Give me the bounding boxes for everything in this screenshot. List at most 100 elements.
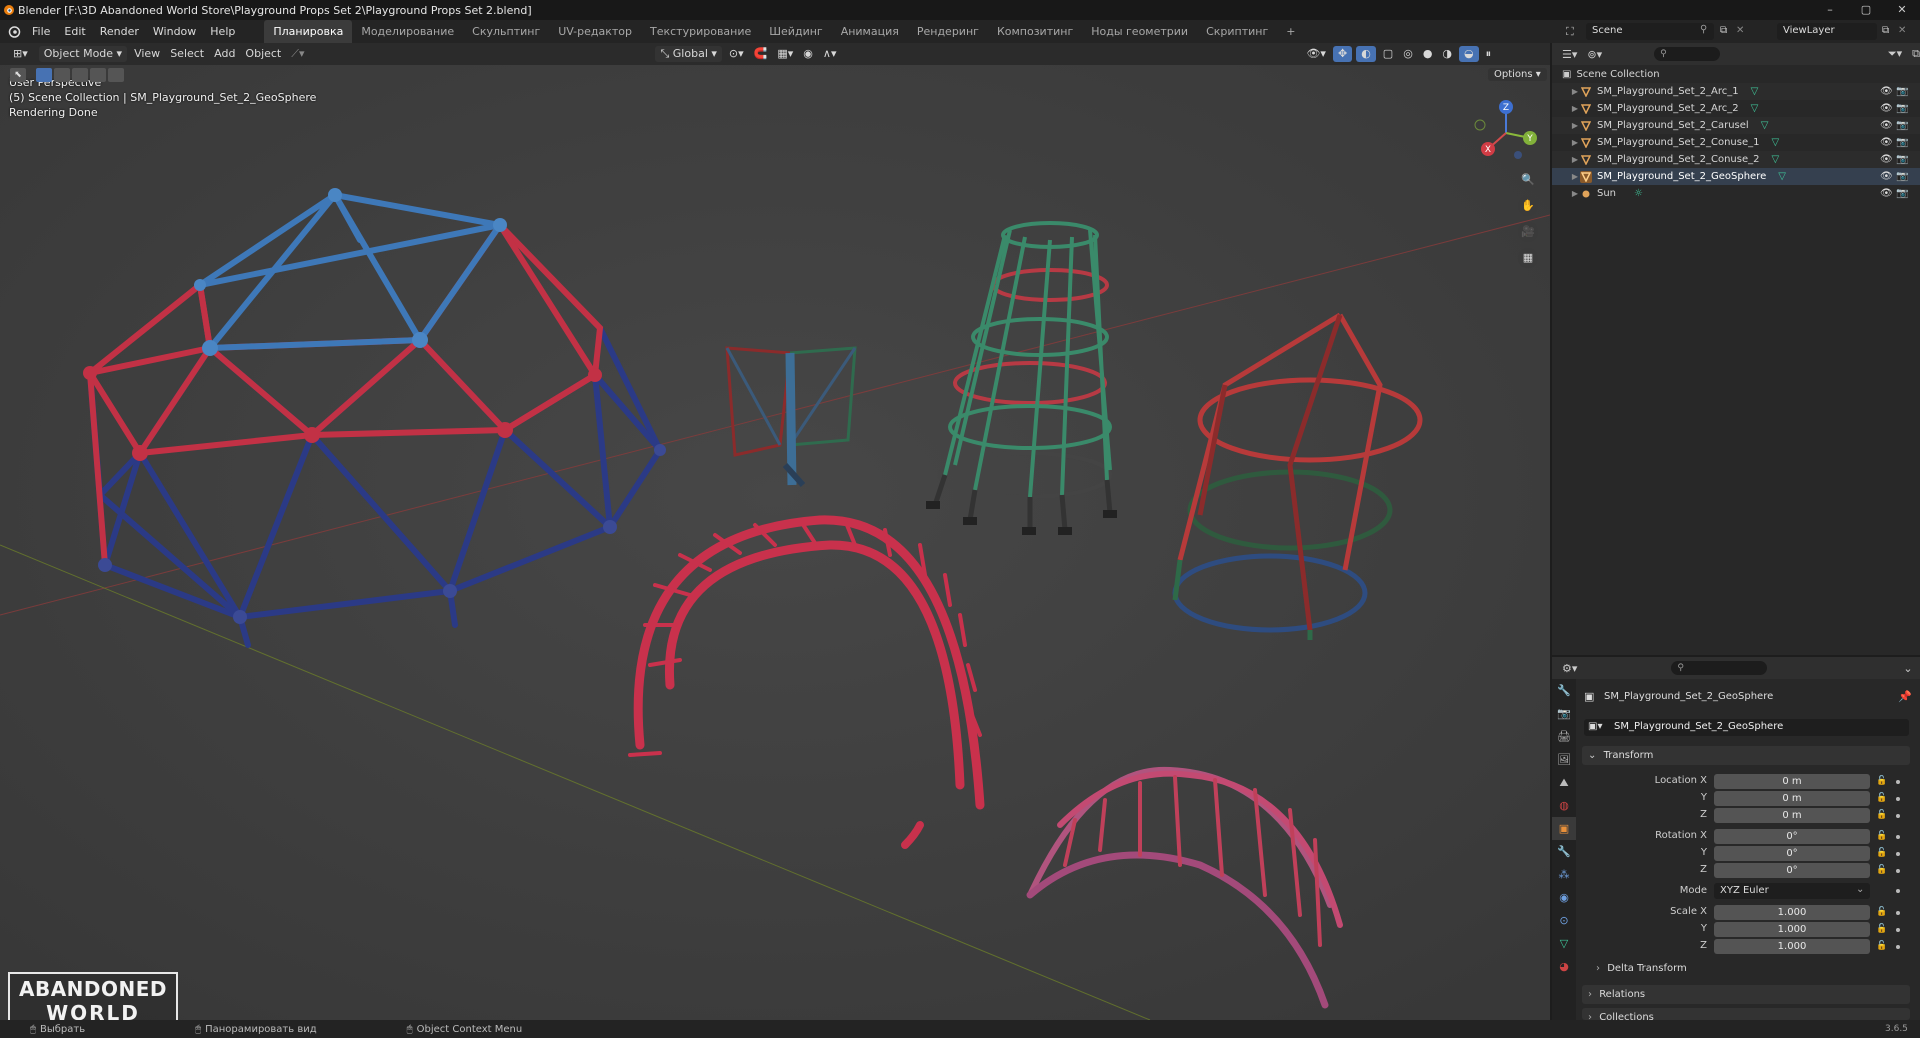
keyframe-dot-icon[interactable] — [1896, 814, 1900, 818]
outliner-row-geosphere[interactable]: ▶ SM_Playground_Set_2_GeoSphere ▽ 👁 📷 — [1552, 168, 1920, 185]
visibility-eye-icon[interactable]: 👁 — [1880, 188, 1893, 199]
delete-viewlayer-icon[interactable]: ✕ — [1898, 25, 1906, 36]
data-tab-icon[interactable]: ▽ — [1552, 932, 1576, 955]
mesh-data-icon[interactable]: ▽ — [1772, 137, 1780, 148]
menu-edit[interactable]: Edit — [57, 20, 92, 43]
outliner-row-carusel[interactable]: ▶ SM_Playground_Set_2_Carusel ▽ 👁 📷 — [1552, 117, 1920, 134]
tab-rendering[interactable]: Рендеринг — [908, 20, 988, 43]
ortho-grid-icon[interactable]: ▦ — [1518, 248, 1538, 268]
relations-panel-header[interactable]: › Relations — [1582, 985, 1910, 1004]
overlay-toggle-icon[interactable]: ◐ — [1356, 46, 1376, 62]
new-collection-icon[interactable]: ⧉ — [1912, 47, 1920, 61]
keyframe-dot-icon[interactable] — [1896, 835, 1900, 839]
mesh-data-icon[interactable]: ▽ — [1772, 154, 1780, 165]
material-shading-icon[interactable]: ◑ — [1437, 46, 1457, 62]
expand-arrow-icon[interactable]: ▶ — [1570, 121, 1580, 130]
render-camera-icon[interactable]: 📷 — [1896, 188, 1908, 199]
render-camera-icon[interactable]: 📷 — [1896, 171, 1908, 182]
lock-icon[interactable]: 🔓 — [1876, 793, 1887, 803]
3d-viewport[interactable]: User Perspective (5) Scene Collection | … — [0, 65, 1550, 1020]
menu-view[interactable]: View — [129, 46, 165, 62]
link-icon[interactable]: ⟋▾ — [286, 46, 309, 62]
snap-target-icon[interactable]: ▦▾ — [772, 46, 798, 62]
render-tab-icon[interactable]: 📷 — [1552, 702, 1576, 725]
modifiers-tab-icon[interactable]: 🔧 — [1552, 840, 1576, 863]
outliner-row-conuse-1[interactable]: ▶ SM_Playground_Set_2_Conuse_1 ▽ 👁 📷 — [1552, 134, 1920, 151]
transform-orientation-dropdown[interactable]: ⤡ Global ▾ — [655, 46, 722, 62]
viewlayer-selector[interactable]: ViewLayer — [1777, 23, 1877, 40]
lock-icon[interactable]: 🔓 — [1876, 776, 1887, 786]
select-extend-icon[interactable] — [54, 68, 70, 82]
scale-y-field[interactable]: 1.000 — [1714, 922, 1870, 937]
render-camera-icon[interactable]: 📷 — [1896, 154, 1908, 165]
properties-editor-type-icon[interactable]: ⚙▾ — [1562, 662, 1577, 675]
constraints-tab-icon[interactable]: ⊙ — [1552, 909, 1576, 932]
render-camera-icon[interactable]: 📷 — [1896, 103, 1908, 114]
scale-z-field[interactable]: 1.000 — [1714, 939, 1870, 954]
lock-icon[interactable]: 🔓 — [1876, 831, 1887, 841]
render-camera-icon[interactable]: 📷 — [1896, 137, 1908, 148]
scale-x-field[interactable]: 1.000 — [1714, 905, 1870, 920]
navigation-gizmo[interactable]: Z Y X — [1468, 95, 1538, 165]
world-tab-icon[interactable]: ◍ — [1552, 794, 1576, 817]
menu-help[interactable]: Help — [203, 20, 242, 43]
scene-pin-icon[interactable]: ⚲ — [1700, 24, 1707, 35]
mesh-data-icon[interactable]: ▽ — [1761, 120, 1769, 131]
location-x-field[interactable]: 0 m — [1714, 774, 1870, 789]
lock-icon[interactable]: 🔓 — [1876, 924, 1887, 934]
rendered-shading-icon[interactable]: ◒ — [1459, 46, 1479, 62]
object-tab-icon[interactable]: ▣ — [1552, 817, 1576, 840]
menu-add[interactable]: Add — [209, 46, 240, 62]
menu-object[interactable]: Object — [240, 46, 286, 62]
outliner-editor-type-icon[interactable]: ☰▾ — [1562, 48, 1577, 61]
render-camera-icon[interactable]: 📷 — [1896, 86, 1908, 97]
expand-arrow-icon[interactable]: ▶ — [1570, 172, 1580, 181]
collections-panel-header[interactable]: › Collections — [1582, 1008, 1910, 1020]
expand-arrow-icon[interactable]: ▶ — [1570, 138, 1580, 147]
xray-icon[interactable]: ▢ — [1378, 46, 1398, 62]
tab-layout[interactable]: Планировка — [264, 20, 353, 43]
expand-arrow-icon[interactable]: ▶ — [1570, 104, 1580, 113]
rotation-mode-dropdown[interactable]: XYZ Euler ⌄ — [1714, 883, 1870, 899]
delete-scene-icon[interactable]: ✕ — [1736, 25, 1744, 36]
expand-arrow-icon[interactable]: ▶ — [1570, 189, 1580, 198]
visibility-eye-icon[interactable]: 👁 — [1880, 103, 1893, 114]
outliner-row-arc-1[interactable]: ▶ SM_Playground_Set_2_Arc_1 ▽ 👁 📷 — [1552, 83, 1920, 100]
select-tool-icon[interactable]: ⬉ — [10, 68, 26, 82]
transform-panel-header[interactable]: ⌄ Transform — [1582, 746, 1910, 765]
visibility-icon[interactable]: 👁▾ — [1301, 46, 1331, 62]
visibility-eye-icon[interactable]: 👁 — [1880, 137, 1893, 148]
menu-window[interactable]: Window — [146, 20, 203, 43]
properties-options-icon[interactable]: ⌄ — [1903, 662, 1912, 675]
select-intersect-icon[interactable] — [108, 68, 124, 82]
filter-icon[interactable]: ⏷▾ — [1888, 47, 1902, 61]
lock-icon[interactable]: 🔓 — [1876, 848, 1887, 858]
expand-arrow-icon[interactable]: ▶ — [1570, 155, 1580, 164]
keyframe-dot-icon[interactable] — [1896, 797, 1900, 801]
menu-select[interactable]: Select — [165, 46, 209, 62]
properties-search-input[interactable]: ⚲ — [1671, 661, 1768, 675]
location-y-field[interactable]: 0 m — [1714, 791, 1870, 806]
keyframe-dot-icon[interactable] — [1896, 780, 1900, 784]
solid-shading-icon[interactable]: ● — [1418, 46, 1438, 62]
falloff-icon[interactable]: ∧▾ — [818, 46, 842, 62]
outliner-row-conuse-2[interactable]: ▶ SM_Playground_Set_2_Conuse_2 ▽ 👁 📷 — [1552, 151, 1920, 168]
lock-icon[interactable]: 🔓 — [1876, 907, 1887, 917]
display-mode-icon[interactable]: ⊚▾ — [1587, 48, 1602, 61]
render-camera-icon[interactable]: 📷 — [1896, 120, 1908, 131]
physics-tab-icon[interactable]: ◉ — [1552, 886, 1576, 909]
blender-menu-icon[interactable] — [8, 25, 21, 38]
pause-render-icon[interactable]: ⏸ — [1481, 46, 1497, 62]
object-mode-dropdown[interactable]: Object Mode ▾ — [38, 46, 128, 62]
select-new-icon[interactable] — [36, 68, 52, 82]
outliner-row-sun[interactable]: ▶ Sun ☼ 👁 📷 — [1552, 185, 1920, 202]
tab-modeling[interactable]: Моделирование — [352, 20, 463, 43]
sun-light-data-icon[interactable]: ☼ — [1634, 188, 1643, 199]
new-viewlayer-icon[interactable]: ⧉ — [1882, 25, 1889, 36]
expand-arrow-icon[interactable]: ▶ — [1570, 87, 1580, 96]
minimize-button[interactable]: – — [1812, 0, 1848, 20]
select-subtract-icon[interactable] — [72, 68, 88, 82]
options-dropdown[interactable]: Options ▾ — [1488, 68, 1547, 81]
mesh-data-icon[interactable]: ▽ — [1751, 86, 1759, 97]
snap-icon[interactable]: 🧲 — [749, 46, 773, 62]
